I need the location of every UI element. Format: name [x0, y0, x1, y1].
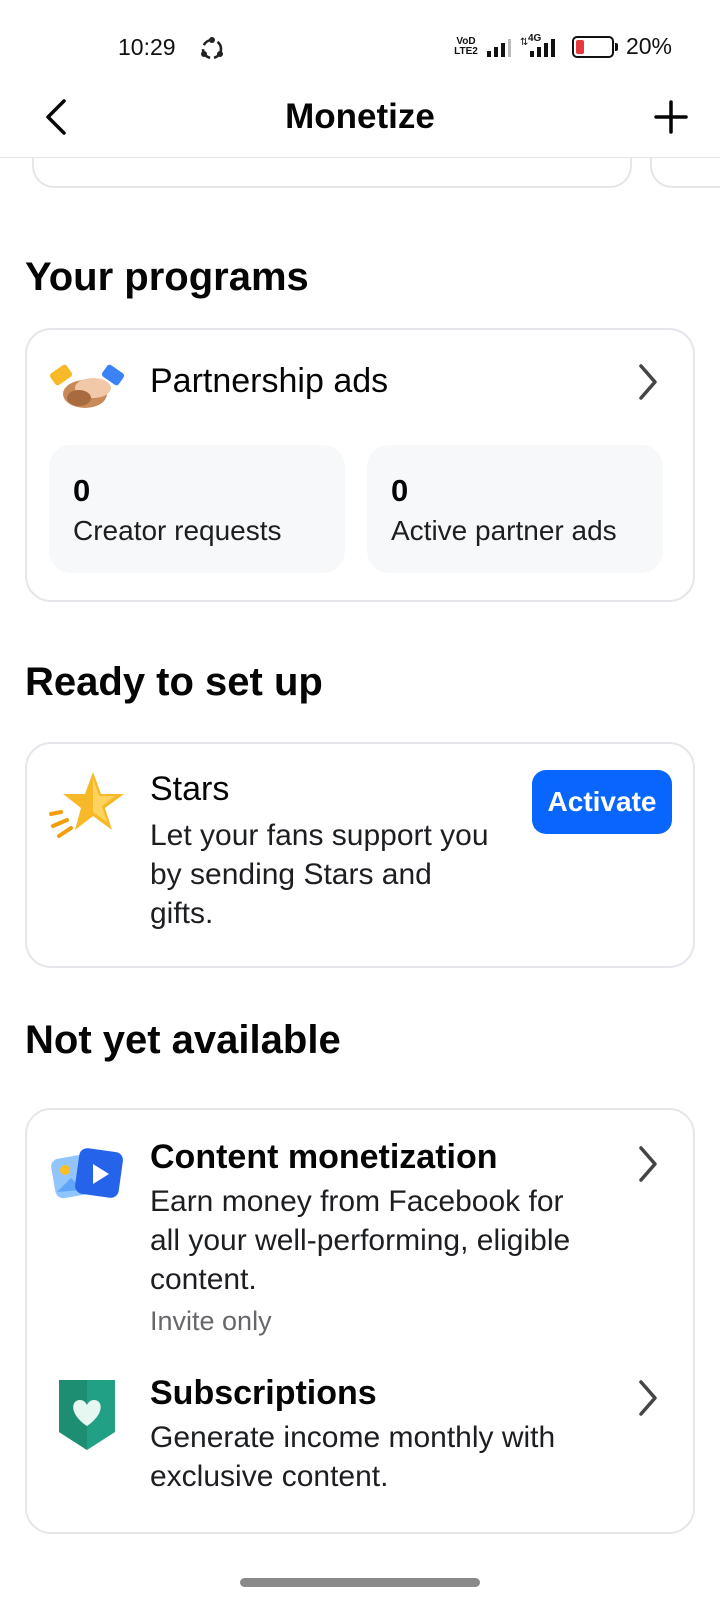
svg-text:⇅: ⇅ — [520, 37, 528, 48]
stat-value: 0 — [73, 473, 91, 508]
star-icon — [49, 772, 124, 838]
chevron-right-icon — [633, 1142, 663, 1186]
app-header: Monetize — [0, 80, 720, 158]
stat-label: Active partner ads — [391, 515, 617, 546]
volte-indicator: VoD LTE2 — [454, 35, 478, 57]
status-time: 10:29 — [118, 34, 176, 60]
stat-creator-requests[interactable]: 0 Creator requests — [49, 445, 345, 573]
partnership-ads-card[interactable]: Partnership ads 0 Creator requests 0 Act… — [25, 328, 695, 602]
content-monetization-title: Content monetization — [150, 1138, 498, 1176]
section-title-ready-to-set-up: Ready to set up — [25, 660, 323, 704]
stars-title: Stars — [150, 770, 230, 808]
status-indicators: VoD LTE2 4G ⇅ 20% — [454, 33, 672, 60]
handshake-icon — [49, 364, 125, 408]
heart-badge-icon — [59, 1380, 115, 1450]
stat-label: Creator requests — [73, 515, 282, 546]
subscriptions-title: Subscriptions — [150, 1374, 377, 1412]
content-monetization-subtext: Invite only — [150, 1306, 272, 1336]
chevron-right-icon — [633, 360, 663, 404]
battery-level — [575, 39, 584, 54]
signal-icon — [486, 38, 511, 57]
battery-icon — [571, 35, 618, 58]
stat-value: 0 — [391, 473, 409, 508]
stat-active-partner-ads[interactable]: 0 Active partner ads — [367, 445, 663, 573]
section-title-not-yet-available: Not yet available — [25, 1018, 341, 1062]
chevron-right-icon — [633, 1376, 663, 1420]
stars-card[interactable]: Stars Let your fans support you by sendi… — [25, 742, 695, 968]
stars-description: Let your fans support you by sending Sta… — [150, 819, 489, 930]
content-monetization-item[interactable]: Content monetization Earn money from Fac… — [27, 1110, 693, 1346]
battery-percent: 20% — [625, 33, 672, 59]
content-monetization-description: Earn money from Facebook for all your we… — [150, 1185, 571, 1296]
home-indicator[interactable] — [240, 1578, 480, 1587]
partnership-ads-title: Partnership ads — [150, 362, 389, 400]
network-signal-icon: 4G ⇅ — [520, 33, 560, 59]
subscriptions-item[interactable]: Subscriptions Generate income monthly wi… — [27, 1346, 693, 1532]
activate-button[interactable]: Activate — [532, 770, 672, 834]
page-title: Monetize — [285, 97, 435, 136]
section-title-your-programs: Your programs — [25, 255, 309, 299]
add-button[interactable] — [646, 92, 696, 142]
subscriptions-description: Generate income monthly with exclusive c… — [150, 1421, 556, 1493]
sync-app-icon — [201, 37, 223, 60]
media-content-icon — [51, 1148, 123, 1199]
not-yet-available-card: Content monetization Earn money from Fac… — [25, 1108, 695, 1534]
plus-icon — [654, 100, 688, 134]
